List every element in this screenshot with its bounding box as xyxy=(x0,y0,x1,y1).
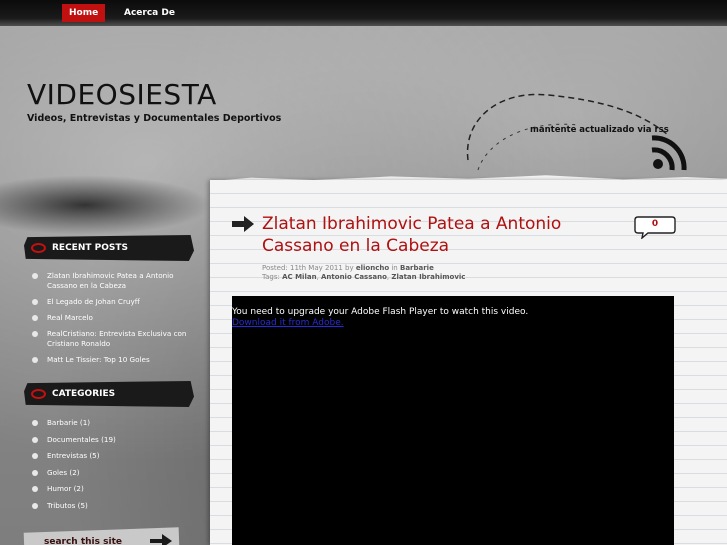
bullet-icon xyxy=(32,486,38,492)
red-ring-icon xyxy=(31,243,46,253)
category-link[interactable]: Tributos (5) xyxy=(47,501,88,510)
bullet-icon xyxy=(32,331,38,337)
bullet-icon xyxy=(32,420,38,426)
video-player[interactable] xyxy=(232,296,674,545)
flash-upgrade-message: You need to upgrade your Adobe Flash Pla… xyxy=(232,307,529,317)
red-ring-icon xyxy=(31,389,46,399)
in-text: in xyxy=(389,264,400,272)
bullet-icon xyxy=(32,299,38,305)
comment-count[interactable]: 0 xyxy=(634,219,676,229)
tag-link[interactable]: Zlatan Ibrahimovic xyxy=(391,273,465,281)
recent-post-item[interactable]: RealCristiano: Entrevista Exclusiva con … xyxy=(30,329,205,349)
post-title[interactable]: Zlatan Ibrahimovic Patea a Antonio Cassa… xyxy=(262,213,602,257)
category-link[interactable]: Humor (2) xyxy=(47,484,84,493)
recent-post-item[interactable]: Zlatan Ibrahimovic Patea a Antonio Cassa… xyxy=(30,271,205,291)
post-category[interactable]: Barbarie xyxy=(400,264,434,272)
recent-post-link[interactable]: Zlatan Ibrahimovic Patea a Antonio Cassa… xyxy=(47,271,174,290)
post-meta: Posted: 11th May 2011 by elioncho in Bar… xyxy=(262,264,434,272)
rss-icon[interactable] xyxy=(646,130,694,174)
category-item[interactable]: Documentales (19) xyxy=(30,435,205,445)
bullet-icon xyxy=(32,315,38,321)
tag-link[interactable]: AC Milan xyxy=(282,273,316,281)
recent-post-item[interactable]: Matt Le Tissier: Top 10 Goles xyxy=(30,355,205,365)
site-tagline: Videos, Entrevistas y Documentales Depor… xyxy=(27,113,282,124)
recent-posts-list: Zlatan Ibrahimovic Patea a Antonio Cassa… xyxy=(30,271,205,365)
post-author[interactable]: elioncho xyxy=(356,264,389,272)
nav-home[interactable]: Home xyxy=(62,4,106,22)
categories-list: Barbarie (1) Documentales (19) Entrevist… xyxy=(30,418,205,511)
post-tags: Tags: AC Milan, Antonio Cassano, Zlatan … xyxy=(262,273,465,281)
recent-posts-heading-label: RECENT POSTS xyxy=(52,243,128,253)
arrow-right-icon xyxy=(232,216,254,232)
bullet-icon xyxy=(32,357,38,363)
category-item[interactable]: Entrevistas (5) xyxy=(30,451,205,461)
category-link[interactable]: Barbarie (1) xyxy=(47,418,90,427)
category-item[interactable]: Tributos (5) xyxy=(30,501,205,511)
post-date: 11th May 2011 xyxy=(289,264,343,272)
nav-about[interactable]: Acerca De xyxy=(117,4,182,22)
search-label: search this site xyxy=(44,537,122,545)
category-item[interactable]: Humor (2) xyxy=(30,484,205,494)
recent-post-link[interactable]: RealCristiano: Entrevista Exclusiva con … xyxy=(47,329,187,348)
bullet-icon xyxy=(32,273,38,279)
category-link[interactable]: Entrevistas (5) xyxy=(47,451,100,460)
categories-heading: CATEGORIES xyxy=(24,381,194,407)
recent-post-link[interactable]: El Legado de Johan Cruyff xyxy=(47,297,140,306)
recent-post-link[interactable]: Matt Le Tissier: Top 10 Goles xyxy=(47,355,150,364)
posted-prefix: Posted: xyxy=(262,264,290,272)
bullet-icon xyxy=(32,469,38,476)
category-item[interactable]: Barbarie (1) xyxy=(30,418,205,428)
recent-posts-heading: RECENT POSTS xyxy=(24,235,194,261)
arrow-right-icon[interactable] xyxy=(150,534,172,545)
recent-post-item[interactable]: Real Marcelo xyxy=(30,313,205,323)
flash-download-link[interactable]: Download it from Adobe. xyxy=(232,318,344,328)
category-link[interactable]: Documentales (19) xyxy=(47,435,116,444)
tag-link[interactable]: Antonio Cassano xyxy=(321,273,387,281)
tags-prefix: Tags: xyxy=(262,273,283,281)
by-text: by xyxy=(342,264,356,272)
bullet-icon xyxy=(32,453,38,459)
bullet-icon xyxy=(32,436,38,443)
category-link[interactable]: Goles (2) xyxy=(47,468,80,477)
bullet-icon xyxy=(32,502,38,509)
texture-band xyxy=(0,175,212,235)
site-title[interactable]: VIDEOSIESTA xyxy=(27,78,217,111)
top-nav-bar xyxy=(0,0,727,26)
category-item[interactable]: Goles (2) xyxy=(30,468,205,478)
recent-post-item[interactable]: El Legado de Johan Cruyff xyxy=(30,297,205,307)
categories-heading-label: CATEGORIES xyxy=(52,389,116,399)
recent-post-link[interactable]: Real Marcelo xyxy=(47,313,93,322)
